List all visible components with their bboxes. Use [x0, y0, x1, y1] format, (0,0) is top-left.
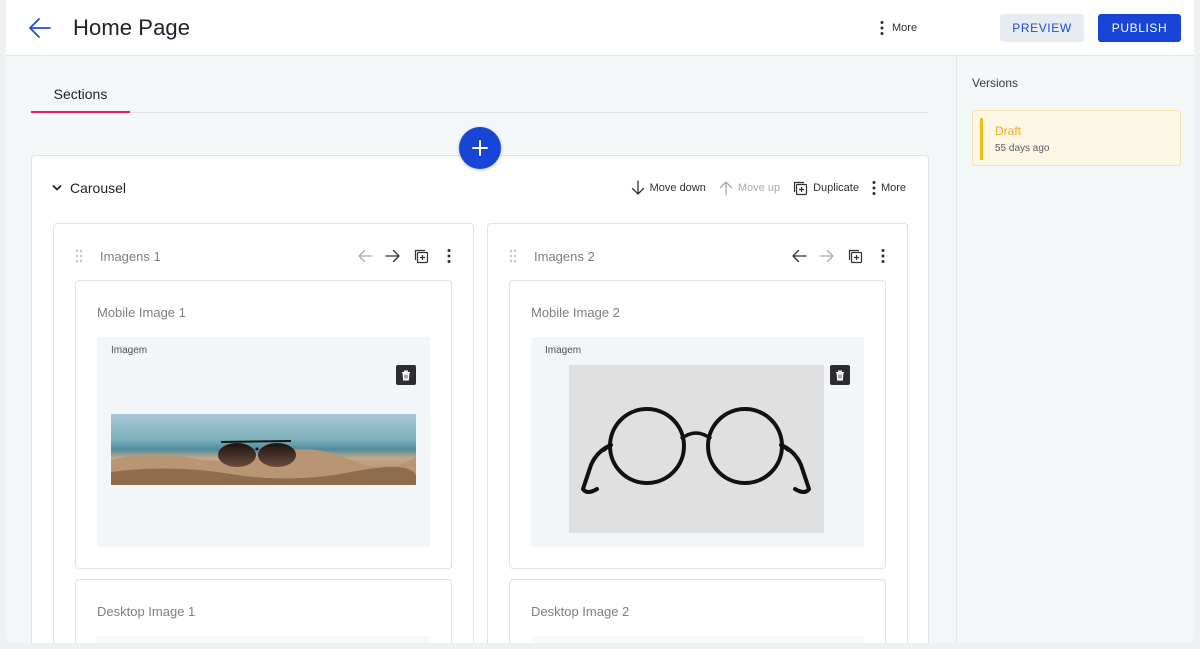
carousel-item-2: Imagens 2 Mobile Image 2 Imagem Desktop … — [487, 223, 908, 643]
image-upload-box[interactable] — [531, 636, 864, 643]
move-right-button[interactable] — [385, 248, 401, 264]
field-label: Desktop Image 1 — [97, 604, 196, 619]
duplicate-item-button[interactable] — [847, 248, 863, 264]
arrow-left-icon — [792, 249, 807, 263]
item-title: Imagens 1 — [100, 248, 161, 264]
duplicate-icon — [848, 249, 862, 263]
desktop-image-field: Desktop Image 1 — [75, 579, 452, 643]
more-vertical-icon — [881, 249, 885, 263]
section-collapse-toggle[interactable]: Carousel — [52, 180, 126, 196]
header-more-label: More — [892, 22, 918, 34]
item-title: Imagens 2 — [534, 248, 595, 264]
image-upload-box[interactable] — [97, 636, 430, 643]
item-tools — [357, 248, 457, 264]
tab-sections[interactable]: Sections — [31, 80, 130, 113]
duplicate-icon — [793, 181, 808, 195]
more-vertical-icon — [447, 249, 451, 263]
plus-icon — [472, 140, 488, 156]
item-header: Imagens 2 — [508, 244, 891, 268]
back-arrow-icon[interactable] — [26, 14, 56, 42]
arrow-right-icon — [819, 249, 834, 263]
duplicate-button[interactable]: Duplicate — [793, 178, 859, 198]
arrow-down-icon — [631, 180, 644, 195]
duplicate-label: Duplicate — [813, 182, 859, 194]
section-card-carousel: Carousel Move down Move up Duplicate Mor… — [31, 155, 929, 643]
tabs-divider — [31, 112, 928, 113]
add-section-button[interactable] — [459, 127, 501, 169]
round-eyeglasses-image — [569, 365, 824, 533]
move-down-button[interactable]: Move down — [631, 178, 706, 198]
publish-button[interactable]: PUBLISH — [1098, 14, 1181, 42]
section-more-button[interactable]: More — [872, 178, 906, 198]
trash-icon — [836, 370, 844, 380]
chevron-down-icon — [52, 185, 62, 191]
top-bar: Home Page More PREVIEW PUBLISH — [6, 0, 1194, 56]
field-label: Desktop Image 2 — [531, 604, 630, 619]
tab-active-indicator — [31, 111, 130, 113]
page-title: Home Page — [73, 15, 191, 40]
more-vertical-icon — [880, 21, 884, 35]
mobile-image-field: Mobile Image 1 Imagem — [75, 280, 452, 569]
move-up-label: Move up — [737, 182, 781, 194]
version-entry-draft[interactable]: Draft 55 days ago — [972, 110, 1181, 166]
move-left-button[interactable] — [791, 248, 807, 264]
arrow-right-icon — [385, 249, 400, 263]
version-status-bar — [980, 118, 983, 160]
carousel-item-1: Imagens 1 Mobile Image 1 Imagem Desktop … — [53, 223, 474, 643]
image-upload-box[interactable]: Imagem — [531, 337, 864, 547]
image-upload-box[interactable]: Imagem — [97, 337, 430, 547]
tab-sections-label: Sections — [53, 86, 108, 102]
preview-button[interactable]: PREVIEW — [1000, 14, 1084, 42]
duplicate-icon — [414, 249, 428, 263]
move-left-button[interactable] — [357, 248, 373, 264]
drag-handle-icon[interactable] — [508, 249, 518, 263]
trash-icon — [402, 370, 410, 380]
app-window: Home Page More PREVIEW PUBLISH Sections … — [6, 0, 1194, 643]
delete-image-button[interactable] — [830, 365, 850, 385]
field-label: Mobile Image 1 — [97, 305, 186, 320]
more-vertical-icon — [872, 181, 876, 195]
mobile-image-field: Mobile Image 2 Imagem — [509, 280, 886, 569]
move-right-button[interactable] — [819, 248, 835, 264]
item-tools — [791, 248, 891, 264]
move-up-button[interactable]: Move up — [719, 178, 780, 198]
section-more-label: More — [880, 182, 906, 194]
version-status: Draft — [995, 124, 1022, 138]
section-actions: Move down Move up Duplicate More — [631, 178, 906, 198]
drag-handle-icon[interactable] — [74, 249, 84, 263]
version-timestamp: 55 days ago — [995, 143, 1050, 154]
desktop-image-field: Desktop Image 2 — [509, 579, 886, 643]
versions-panel: Versions Draft 55 days ago — [956, 56, 1194, 643]
header-more-button[interactable]: More — [880, 18, 917, 38]
sunglasses-on-sand-image — [111, 414, 416, 485]
duplicate-item-button[interactable] — [413, 248, 429, 264]
arrow-up-icon — [719, 181, 733, 196]
arrow-left-icon — [358, 249, 373, 263]
move-down-label: Move down — [649, 182, 706, 194]
image-caption: Imagem — [111, 345, 148, 356]
field-label: Mobile Image 2 — [531, 305, 620, 320]
delete-image-button[interactable] — [396, 365, 416, 385]
item-more-button[interactable] — [875, 248, 891, 264]
section-title: Carousel — [70, 180, 127, 196]
item-more-button[interactable] — [441, 248, 457, 264]
versions-title: Versions — [972, 76, 1019, 90]
image-caption: Imagem — [545, 345, 582, 356]
item-header: Imagens 1 — [74, 244, 457, 268]
